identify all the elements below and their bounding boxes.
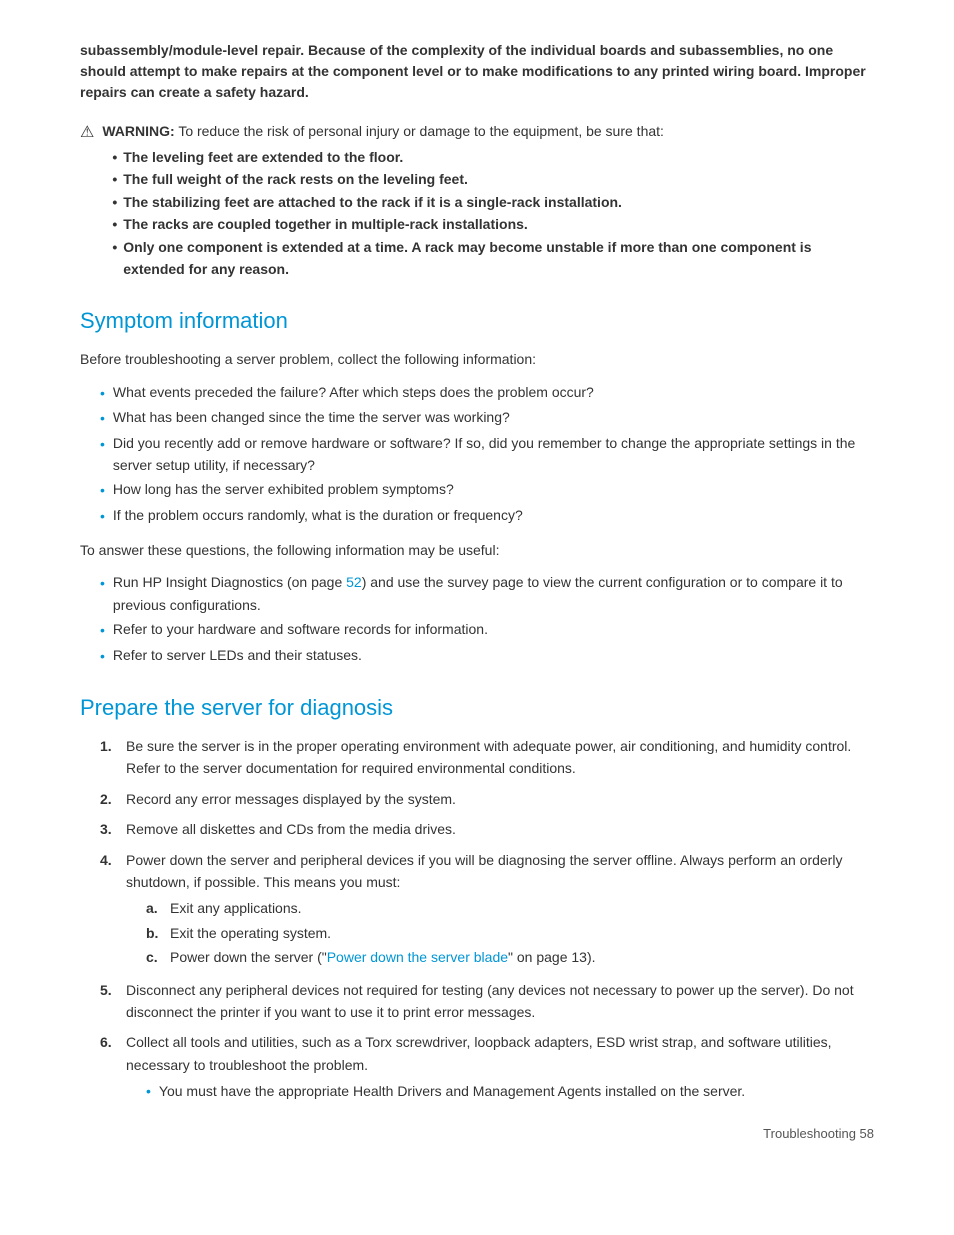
symptom-questions-list: What events preceded the failure? After … (80, 381, 874, 527)
answer-text-before: Run HP Insight Diagnostics (on page (113, 574, 346, 590)
answer-intro: To answer these questions, the following… (80, 539, 874, 561)
list-item: 1. Be sure the server is in the proper o… (100, 735, 874, 780)
warning-item: The leveling feet are extended to the fl… (112, 146, 874, 168)
warning-item: The stabilizing feet are attached to the… (112, 191, 874, 213)
list-item: Run HP Insight Diagnostics (on page 52) … (100, 571, 874, 616)
warning-icon: ⚠ (80, 122, 94, 142)
footer: Troubleshooting 58 (763, 1126, 874, 1141)
list-item: Refer to server LEDs and their statuses. (100, 644, 874, 667)
warning-label: WARNING: (102, 123, 174, 139)
symptom-answers-list: Run HP Insight Diagnostics (on page 52) … (80, 571, 874, 667)
intro-paragraph: subassembly/module-level repair. Because… (80, 40, 874, 103)
symptom-intro: Before troubleshooting a server problem,… (80, 348, 874, 370)
list-item: How long has the server exhibited proble… (100, 478, 874, 501)
sub-list-item: a. Exit any applications. (146, 897, 874, 919)
list-item: 3. Remove all diskettes and CDs from the… (100, 818, 874, 840)
list-item: 6. Collect all tools and utilities, such… (100, 1031, 874, 1102)
warning-content: WARNING: To reduce the risk of personal … (102, 121, 874, 280)
list-item: What has been changed since the time the… (100, 406, 874, 429)
list-item: If the problem occurs randomly, what is … (100, 504, 874, 527)
footer-text: Troubleshooting 58 (763, 1126, 874, 1141)
list-item: Refer to your hardware and software reco… (100, 618, 874, 641)
page-content: subassembly/module-level repair. Because… (0, 0, 954, 1171)
list-item: 4. Power down the server and peripheral … (100, 849, 874, 971)
power-down-blade-link[interactable]: Power down the server blade (327, 949, 508, 965)
prepare-heading: Prepare the server for diagnosis (80, 695, 874, 721)
list-item: Did you recently add or remove hardware … (100, 432, 874, 477)
warning-item: The racks are coupled together in multip… (112, 213, 874, 235)
insight-diagnostics-link[interactable]: 52 (346, 574, 362, 590)
list-item: 5. Disconnect any peripheral devices not… (100, 979, 874, 1024)
sub-steps-list: a. Exit any applications. b. Exit the op… (126, 897, 874, 968)
sub-list-item: b. Exit the operating system. (146, 922, 874, 944)
list-item: What events preceded the failure? After … (100, 381, 874, 404)
warning-item: Only one component is extended at a time… (112, 236, 874, 281)
symptom-heading: Symptom information (80, 308, 874, 334)
warning-item: The full weight of the rack rests on the… (112, 168, 874, 190)
list-item: 2. Record any error messages displayed b… (100, 788, 874, 810)
sub-list-item: c. Power down the server ("Power down th… (146, 946, 874, 968)
warning-box: ⚠ WARNING: To reduce the risk of persona… (80, 121, 874, 280)
list-item: You must have the appropriate Health Dri… (146, 1080, 874, 1102)
warning-text: To reduce the risk of personal injury or… (178, 123, 664, 139)
warning-list: The leveling feet are extended to the fl… (102, 146, 874, 280)
step6-bullets: You must have the appropriate Health Dri… (126, 1080, 874, 1102)
prepare-steps-list: 1. Be sure the server is in the proper o… (80, 735, 874, 1102)
